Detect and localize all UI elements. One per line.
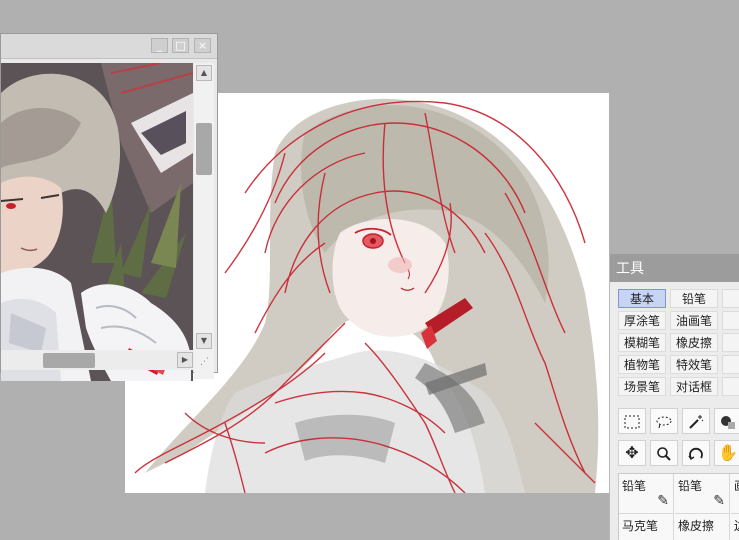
tool-panel: 工具 基本铅笔毛 厚涂笔油画笔刮 模糊笔橡皮擦水 植物笔特效笔肌 场景笔对话框背 (609, 254, 739, 540)
brush-item[interactable]: 铅笔 ✎ (675, 474, 730, 514)
zoom-icon (656, 443, 672, 462)
lasso-button[interactable] (650, 408, 678, 434)
tab-thick-paint[interactable]: 厚涂笔 (618, 311, 666, 330)
caret-up-icon: ▲ (200, 68, 208, 77)
reference-window-titlebar[interactable]: _ □ × (1, 34, 217, 59)
rotate-button[interactable] (682, 440, 710, 466)
brush-label: 边 (734, 519, 739, 533)
pen-icon: ✎ (657, 493, 669, 509)
maximize-button[interactable]: □ (172, 38, 189, 53)
rect-select-icon (624, 411, 640, 430)
tab-effect[interactable]: 特效笔 (670, 355, 718, 374)
brush-item[interactable]: 边 (731, 514, 739, 540)
rotate-icon (688, 443, 704, 462)
move-icon: ✥ (625, 443, 639, 462)
magic-wand-button[interactable] (682, 408, 710, 434)
scroll-right-button[interactable]: ▶ (177, 352, 193, 368)
reference-vertical-scrollbar[interactable]: ▲ ▼ (194, 63, 214, 379)
hand-icon: ✋ (718, 443, 738, 462)
magic-wand-icon (688, 411, 704, 430)
lasso-icon (655, 411, 673, 430)
scroll-up-button[interactable]: ▲ (196, 65, 212, 81)
tab-oil-brush[interactable]: 油画笔 (670, 311, 718, 330)
brush-item[interactable]: 画 (731, 474, 739, 514)
tab-brush[interactable]: 毛 (722, 289, 739, 308)
close-button[interactable]: × (194, 38, 211, 53)
scroll-down-button[interactable]: ▼ (196, 333, 212, 349)
tool-panel-title: 工具 (610, 254, 739, 282)
minimize-button[interactable]: _ (151, 38, 168, 53)
tab-scrape[interactable]: 刮 (722, 311, 739, 330)
brush-category-tabs: 基本铅笔毛 厚涂笔油画笔刮 模糊笔橡皮擦水 植物笔特效笔肌 场景笔对话框背 (618, 289, 739, 399)
tab-water[interactable]: 水 (722, 333, 739, 352)
tab-dialog[interactable]: 对话框 (670, 377, 718, 396)
zoom-button[interactable] (650, 440, 678, 466)
brush-list: 铅笔 ✎ 铅笔 ✎ 画 马克笔 橡皮擦 边 (618, 473, 739, 540)
tab-pencil[interactable]: 铅笔 (670, 289, 718, 308)
hand-button[interactable]: ✋ (714, 440, 739, 466)
caret-right-icon: ▶ (181, 355, 189, 364)
tab-plant[interactable]: 植物笔 (618, 355, 666, 374)
brush-label: 铅笔 (678, 479, 703, 493)
minimize-icon: _ (156, 39, 163, 52)
tab-scene[interactable]: 场景笔 (618, 377, 666, 396)
vertical-scroll-thumb[interactable] (196, 123, 212, 175)
tab-basic[interactable]: 基本 (618, 289, 666, 308)
pen-icon: ✎ (713, 493, 725, 509)
rect-select-button[interactable] (618, 408, 646, 434)
fill-button[interactable] (714, 408, 739, 434)
brush-label: 画 (734, 479, 739, 493)
horizontal-scroll-thumb[interactable] (43, 353, 95, 368)
reference-horizontal-scrollbar[interactable]: ▶ (1, 350, 194, 370)
brush-item[interactable]: 铅笔 ✎ (619, 474, 674, 514)
brush-item[interactable]: 马克笔 (619, 514, 674, 540)
brush-label: 马克笔 (622, 519, 659, 533)
tab-blur[interactable]: 模糊笔 (618, 333, 666, 352)
fill-icon (720, 411, 736, 430)
maximize-icon: □ (175, 39, 186, 52)
brush-label: 铅笔 (622, 479, 647, 493)
tab-texture[interactable]: 肌 (722, 355, 739, 374)
reference-image (1, 63, 193, 381)
caret-down-icon: ▼ (200, 336, 208, 345)
reference-window[interactable]: _ □ × ▲ ▼ ▶ ⋰ (0, 33, 218, 381)
tab-eraser[interactable]: 橡皮擦 (670, 333, 718, 352)
close-icon: × (197, 39, 208, 52)
brush-label: 橡皮擦 (678, 519, 715, 533)
resize-grip-icon[interactable]: ⋰ (200, 355, 214, 369)
move-button[interactable]: ✥ (618, 440, 646, 466)
brush-item[interactable]: 橡皮擦 (675, 514, 730, 540)
tab-background[interactable]: 背 (722, 377, 739, 396)
